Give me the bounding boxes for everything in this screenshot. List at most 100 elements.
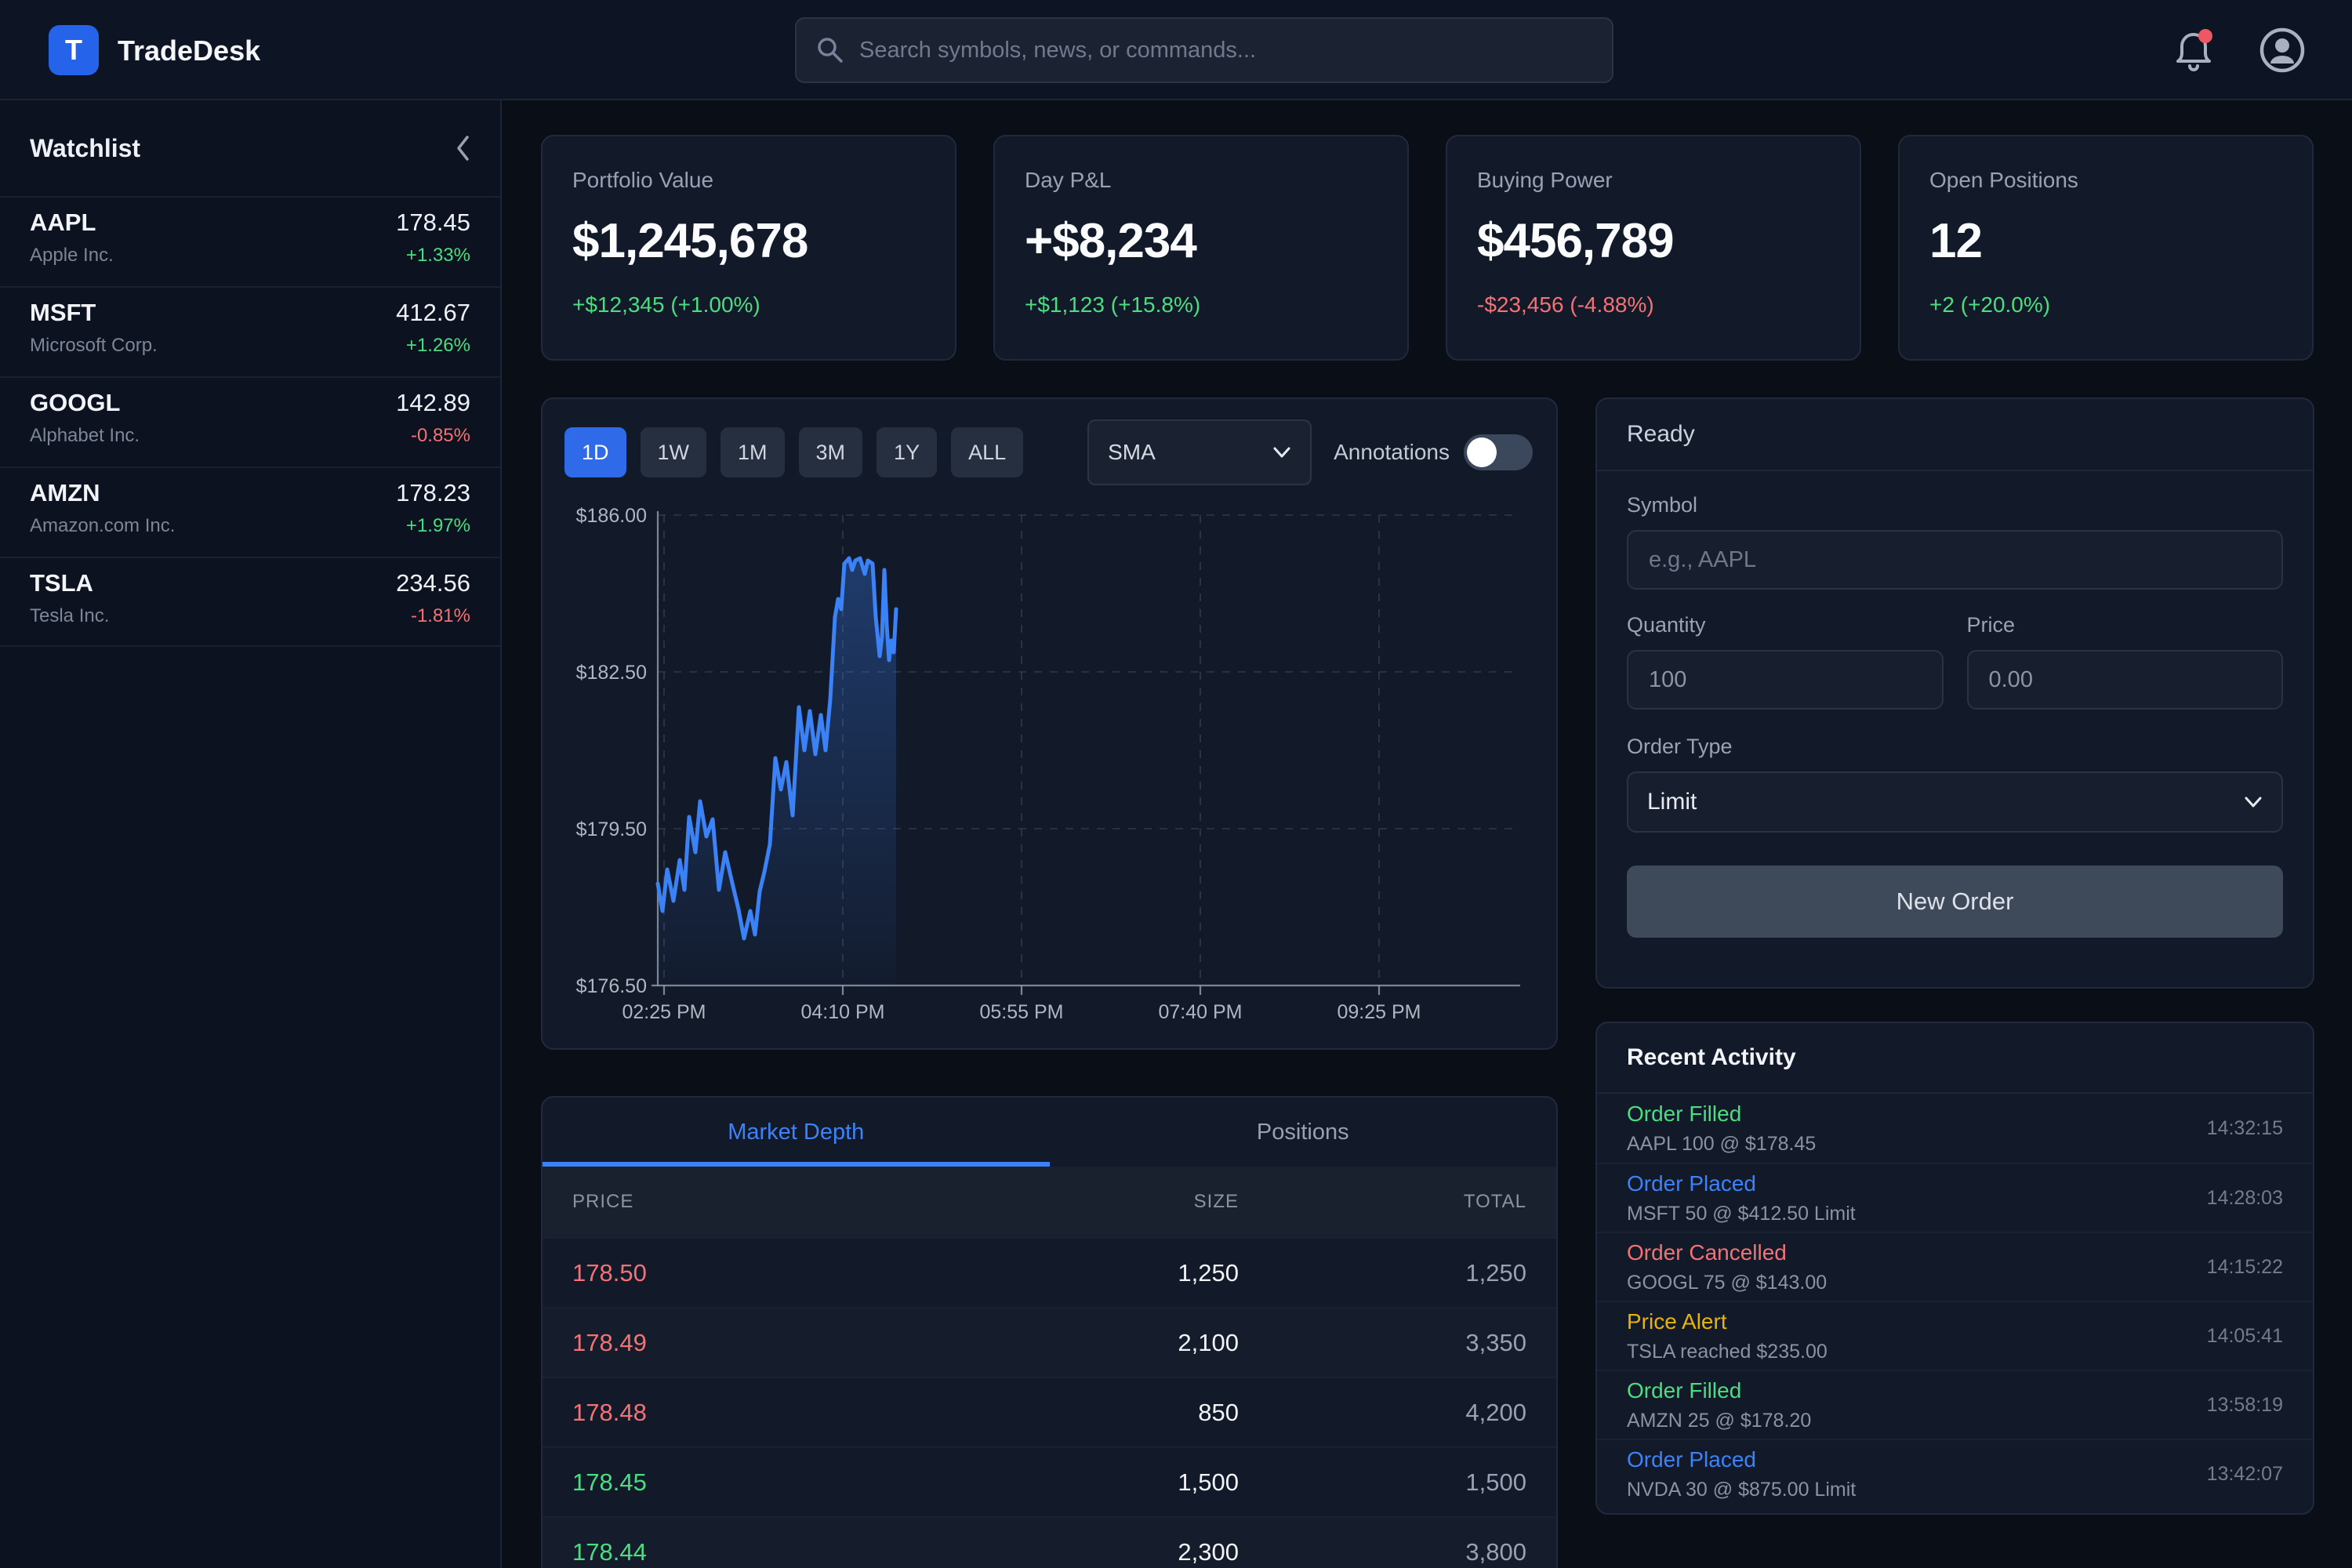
x-axis-label: 07:40 PM — [1158, 1001, 1242, 1023]
watchlist-row[interactable]: GOOGL142.89Alphabet Inc.-0.85% — [0, 376, 500, 466]
timeframe-button-1m[interactable]: 1M — [720, 427, 785, 477]
depth-total: 3,350 — [1239, 1329, 1526, 1357]
topbar-icons — [2172, 0, 2307, 100]
stat-card-value: $456,789 — [1477, 213, 1830, 269]
notifications-button[interactable] — [2172, 27, 2216, 74]
search-input[interactable] — [859, 38, 1593, 64]
app-title: TradeDesk — [118, 34, 260, 67]
activity-status: Price Alert — [1627, 1309, 1828, 1334]
activity-detail: AMZN 25 @ $178.20 — [1627, 1410, 1811, 1432]
app-logo: T — [49, 25, 99, 75]
depth-table-body: 178.501,2501,250178.492,1003,350178.4885… — [543, 1237, 1556, 1568]
collapse-sidebar-button[interactable] — [455, 135, 470, 162]
depth-price: 178.50 — [572, 1259, 925, 1287]
stat-card-value: $1,245,678 — [572, 213, 925, 269]
x-axis-label: 02:25 PM — [622, 1001, 706, 1023]
notification-dot — [2198, 29, 2212, 43]
depth-row[interactable]: 178.488504,200 — [543, 1377, 1556, 1446]
depth-size: 2,100 — [925, 1329, 1239, 1357]
order-type-label: Order Type — [1627, 735, 2283, 759]
quantity-label: Quantity — [1627, 613, 1944, 637]
annotations-label: Annotations — [1334, 440, 1450, 465]
depth-row[interactable]: 178.442,3003,800 — [543, 1516, 1556, 1568]
activity-item: Price Alert TSLA reached $235.00 14:05:41 — [1597, 1301, 2313, 1370]
logo-letter: T — [65, 34, 82, 67]
new-order-button[interactable]: New Order — [1627, 866, 2283, 938]
timeframe-buttons: 1D 1W 1M 3M 1Y ALL — [564, 427, 1023, 477]
price-label: Price — [1967, 613, 2284, 637]
watchlist-price: 142.89 — [396, 389, 470, 417]
tab-positions[interactable]: Positions — [1050, 1098, 1557, 1167]
activity-time: 14:32:15 — [2207, 1117, 2283, 1140]
depth-row[interactable]: 178.501,2501,250 — [543, 1237, 1556, 1307]
timeframe-button-1d[interactable]: 1D — [564, 427, 626, 477]
activity-detail: GOOGL 75 @ $143.00 — [1627, 1272, 1827, 1294]
tab-market-depth[interactable]: Market Depth — [543, 1098, 1050, 1167]
chevron-down-icon — [1272, 446, 1291, 459]
watchlist-change: +1.33% — [406, 245, 470, 267]
column-total: TOTAL — [1239, 1191, 1526, 1213]
watchlist-change: +1.97% — [406, 515, 470, 537]
active-tab-underline — [543, 1162, 1050, 1167]
watchlist-symbol: AAPL — [30, 209, 96, 237]
user-menu-button[interactable] — [2258, 26, 2307, 74]
timeframe-button-1w[interactable]: 1W — [641, 427, 707, 477]
x-axis-label: 04:10 PM — [800, 1001, 884, 1023]
activity-time: 14:15:22 — [2207, 1256, 2283, 1279]
order-type-select[interactable]: Limit — [1627, 771, 2283, 833]
depth-price: 178.49 — [572, 1329, 925, 1357]
order-status: Ready — [1597, 399, 2313, 471]
depth-size: 1,250 — [925, 1259, 1239, 1287]
activity-detail: MSFT 50 @ $412.50 Limit — [1627, 1203, 1856, 1225]
search-bar[interactable] — [795, 17, 1613, 83]
chevron-down-icon — [2244, 796, 2263, 808]
price-field[interactable] — [1967, 650, 2284, 710]
watchlist-row[interactable]: MSFT412.67Microsoft Corp.+1.26% — [0, 286, 500, 376]
watchlist-row[interactable]: AAPL178.45Apple Inc.+1.33% — [0, 196, 500, 286]
symbol-field[interactable] — [1627, 530, 2283, 590]
watchlist-row[interactable]: AMZN 178.23 Amazon.com Inc. +1.97% — [0, 466, 500, 557]
x-axis-label: 09:25 PM — [1337, 1001, 1421, 1023]
watchlist-company: Tesla Inc. — [30, 605, 109, 627]
stat-card-delta: +$1,123 (+15.8%) — [1025, 292, 1377, 318]
activity-time: 14:28:03 — [2207, 1187, 2283, 1210]
toggle-knob — [1467, 437, 1497, 467]
activity-detail: NVDA 30 @ $875.00 Limit — [1627, 1479, 1856, 1501]
quantity-field[interactable] — [1627, 650, 1944, 710]
indicator-select-value: SMA — [1108, 440, 1156, 465]
watchlist-symbol: GOOGL — [30, 389, 120, 417]
watchlist-company: Amazon.com Inc. — [30, 515, 175, 537]
stat-card-label: Buying Power — [1477, 168, 1830, 193]
order-ticket-panel: Ready Symbol Quantity Price Order Type L… — [1595, 397, 2314, 989]
timeframe-button-all[interactable]: ALL — [951, 427, 1023, 477]
timeframe-button-3m[interactable]: 3M — [799, 427, 863, 477]
watchlist-symbol: AMZN — [30, 479, 100, 507]
annotations-toggle[interactable] — [1464, 434, 1533, 470]
activity-title: Recent Activity — [1597, 1023, 2313, 1094]
column-price: PRICE — [572, 1191, 925, 1213]
activity-time: 14:05:41 — [2207, 1325, 2283, 1348]
depth-row[interactable]: 178.451,5001,500 — [543, 1446, 1556, 1516]
activity-item: Order FilledAMZN 25 @ $178.2013:58:19 — [1597, 1370, 2313, 1439]
timeframe-button-1y[interactable]: 1Y — [877, 427, 937, 477]
depth-size: 1,500 — [925, 1468, 1239, 1497]
watchlist-row[interactable]: TSLA234.56Tesla Inc.-1.81% — [0, 557, 500, 647]
activity-time: 13:42:07 — [2207, 1463, 2283, 1486]
depth-size: 2,300 — [925, 1538, 1239, 1566]
depth-row[interactable]: 178.492,1003,350 — [543, 1307, 1556, 1377]
top-bar: T TradeDesk — [0, 0, 2352, 100]
activity-item: Order PlacedMSFT 50 @ $412.50 Limit14:28… — [1597, 1163, 2313, 1232]
search-icon — [815, 35, 845, 65]
stat-card-delta: -$23,456 (-4.88%) — [1477, 292, 1830, 318]
watchlist-price: 178.23 — [396, 479, 470, 507]
watchlist-price: 234.56 — [396, 569, 470, 597]
y-axis-label: $179.50 — [576, 818, 647, 840]
activity-detail: TSLA reached $235.00 — [1627, 1341, 1828, 1363]
stat-card-value: 12 — [1929, 213, 2282, 269]
depth-tabs: Market Depth Positions — [543, 1098, 1556, 1167]
watchlist-change: +1.26% — [406, 335, 470, 357]
tradedesk-app: T TradeDesk — [0, 0, 2352, 1568]
indicator-select[interactable]: SMA — [1087, 419, 1312, 485]
stat-card: Portfolio Value$1,245,678+$12,345 (+1.00… — [541, 135, 956, 361]
depth-price: 178.44 — [572, 1538, 925, 1566]
